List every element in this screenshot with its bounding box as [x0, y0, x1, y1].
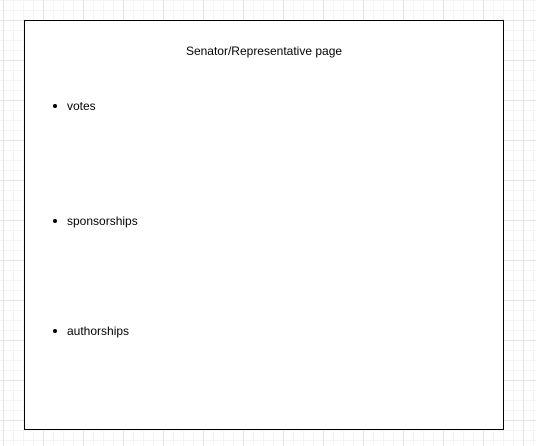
page-frame: Senator/Representative page votes sponso…	[24, 20, 504, 430]
list-item-authorships: authorships	[53, 324, 129, 338]
bullet-dot-icon	[53, 104, 57, 108]
page-title: Senator/Representative page	[185, 44, 343, 58]
list-item-label: sponsorships	[67, 214, 138, 228]
list-item-label: authorships	[67, 324, 130, 338]
bullet-dot-icon	[53, 219, 57, 223]
list-item-label: votes	[67, 99, 96, 113]
list-item-sponsorships: sponsorships	[53, 214, 138, 228]
list-item-votes: votes	[53, 99, 96, 113]
bullet-dot-icon	[53, 329, 57, 333]
